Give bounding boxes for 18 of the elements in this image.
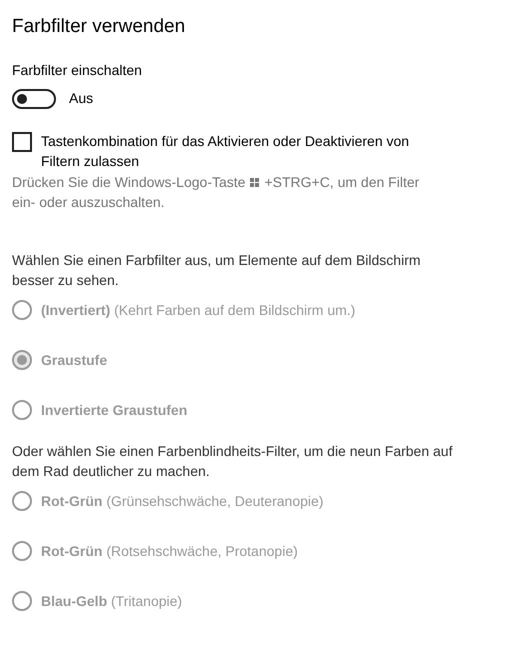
checkbox[interactable]: [12, 132, 32, 152]
radio-label: Rot-Grün (Grünsehschwäche, Deuteranopie): [41, 492, 324, 511]
windows-logo-icon: [250, 178, 260, 186]
toggle-label: Farbfilter einschalten: [12, 61, 143, 80]
toggle-state: Aus: [69, 89, 94, 108]
intro-text: Oder wählen Sie einen Farbenblindheits-Filter, um die neun Farben auf dem Rad deutlicher zu machen.: [12, 442, 454, 481]
hint-text: ein- oder auszuschalten.: [12, 193, 166, 212]
hint-text: Drücken Sie die Windows-Logo-Taste: [12, 173, 246, 192]
page-title: Farbfilter verwenden: [12, 15, 186, 39]
hint-text: +STRG+C, um den Filter: [264, 173, 420, 192]
toggle-switch[interactable]: [12, 88, 56, 108]
checkbox-label: Tastenkombination für das Aktivieren oder Deaktivieren von Filtern zulassen: [41, 132, 410, 171]
radio-label: Rot-Grün (Rotsehschwäche, Protanopie): [41, 542, 298, 561]
radio-label: Graustufe: [41, 350, 108, 370]
radio-label: Invertierte Graustufen: [41, 400, 188, 420]
radio-label: Blau-Gelb (Tritanopie): [41, 592, 182, 611]
intro-text: Wählen Sie einen Farbfilter aus, um Elemente auf dem Bildschirm besser zu sehen.: [12, 251, 422, 290]
radio-label: (Invertiert) (Kehrt Farben auf dem Bildschirm um.): [41, 300, 356, 320]
